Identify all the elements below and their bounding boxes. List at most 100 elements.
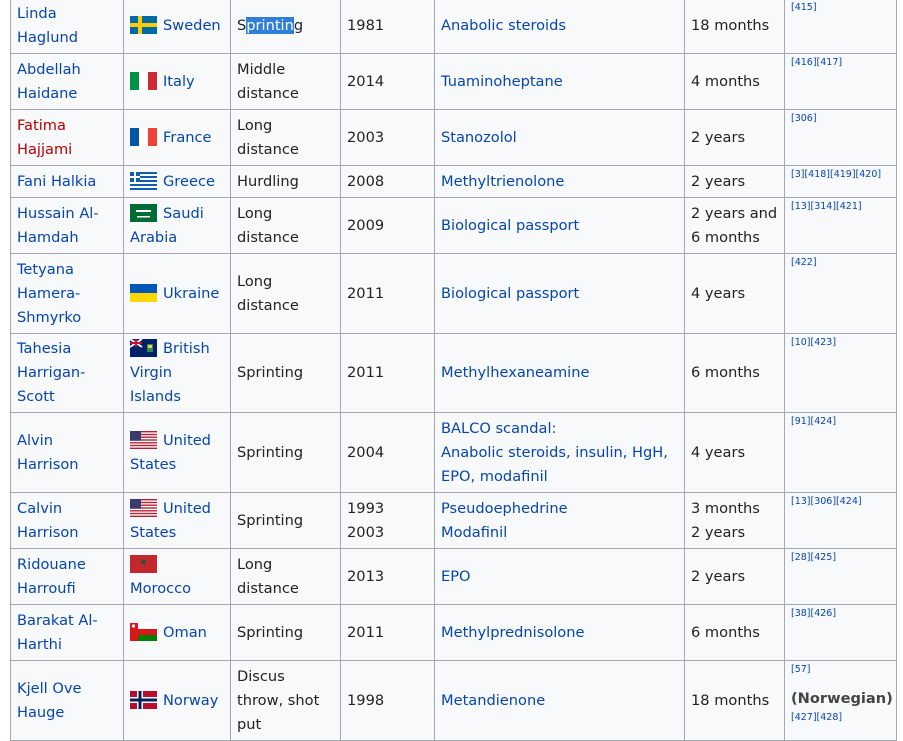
country-link[interactable]: Morocco <box>130 580 191 597</box>
event-text: Sprinting <box>237 364 304 381</box>
substance-link[interactable]: Metandienone <box>441 689 678 713</box>
ban-text: 6 months <box>691 364 760 381</box>
ban-cell: 2 years <box>684 165 785 198</box>
year-cell: 2013 <box>340 548 435 605</box>
substance-link[interactable]: Biological passport <box>441 282 678 306</box>
reference-link[interactable]: [427][428] <box>791 711 890 725</box>
reference-link[interactable]: [38][426] <box>791 607 890 621</box>
substance-cell: Biological passport <box>434 197 685 254</box>
ban-text: 18 months <box>691 17 770 34</box>
event-cell: Long distance <box>230 197 341 254</box>
substance-link[interactable]: Anabolic steroids <box>441 14 678 38</box>
year-text: 1998 <box>347 691 385 709</box>
substance-link[interactable]: EPO <box>441 565 678 589</box>
country-cell: Saudi Arabia <box>123 197 231 254</box>
athlete-link[interactable]: Abdellah Haidane <box>17 61 81 102</box>
ban-text: 4 months <box>691 72 760 90</box>
year-text: 2013 <box>347 567 385 585</box>
year-text: 1993 <box>347 499 385 517</box>
reference-link[interactable]: [306] <box>791 112 890 126</box>
ban-cell: 6 months <box>684 604 785 661</box>
country-link[interactable]: Sweden <box>163 17 221 34</box>
country-link[interactable]: Greece <box>163 173 215 190</box>
country-link[interactable]: Ukraine <box>163 285 219 302</box>
country-link[interactable]: France <box>163 129 212 146</box>
reference-link[interactable]: [91][424] <box>791 415 890 429</box>
athlete-link[interactable]: Kjell Ove Hauge <box>17 680 81 721</box>
table-row: Tahesia Harrigan-Scott British Virgin Isl… <box>10 333 897 413</box>
reference-link[interactable]: [422] <box>791 256 890 270</box>
reference-link[interactable]: [28][425] <box>791 551 890 565</box>
substance-cell: Methyltrienolone <box>434 165 685 198</box>
reference-link[interactable]: [3][418][419][420] <box>791 168 890 182</box>
table-row: Fani Halkia Greece Hurdling 2008 Methyltrien… <box>10 165 897 198</box>
reference-link[interactable]: [10][423] <box>791 336 890 350</box>
reference-link[interactable]: [57] <box>791 663 890 677</box>
table-row: Alvin Harrison United States Sprinting 2004… <box>10 412 897 493</box>
athlete-link[interactable]: Linda Haglund <box>17 5 78 46</box>
table-row: Linda Haglund Sweden Sprinting 1981 Anabolic… <box>10 0 897 54</box>
ban-cell: 2 years <box>684 109 785 166</box>
athlete-link[interactable]: Tetyana Hamera-Shmyrko <box>17 261 81 326</box>
table-row: Kjell Ove Hauge Norway Discus throw, shot … <box>10 660 897 741</box>
event-cell: Long distance <box>230 548 341 605</box>
ban-text: 4 years <box>691 284 746 302</box>
reference-link[interactable]: [13][306][424] <box>791 495 890 509</box>
refs-cell: [13][306][424] <box>784 492 897 549</box>
substance-link[interactable]: Methylhexaneamine <box>441 361 678 385</box>
substance-link[interactable]: Methyltrienolone <box>441 170 678 194</box>
athlete-link[interactable]: Fatima Hajjami <box>17 117 72 158</box>
flag-france-icon <box>130 127 157 146</box>
substance-link[interactable]: Stanozolol <box>441 126 678 150</box>
athlete-cell: Barakat Al-Harthi <box>10 604 124 661</box>
year-cell: 2004 <box>340 412 435 493</box>
athlete-link[interactable]: Ridouane Harroufi <box>17 556 86 597</box>
ban-text: 2 years <box>691 172 746 190</box>
event-text: Middle distance <box>237 60 299 102</box>
table-row: Fatima Hajjami France Long distance 2003 Sta… <box>10 109 897 166</box>
substance-link[interactable]: BALCO scandal: <box>441 417 678 441</box>
athlete-link[interactable]: Alvin Harrison <box>17 432 79 473</box>
substance-link[interactable]: Tuaminoheptane <box>441 70 678 94</box>
event-cell: Sprinting <box>230 492 341 549</box>
refs-cell: [57] (Norwegian) [427][428] <box>784 660 897 741</box>
reference-link[interactable]: [415] <box>791 1 890 15</box>
substance-cell: Stanozolol <box>434 109 685 166</box>
athlete-link[interactable]: Tahesia Harrigan-Scott <box>17 340 85 405</box>
country-link[interactable]: Italy <box>163 73 195 90</box>
refs-cell: [38][426] <box>784 604 897 661</box>
athlete-cell: Tahesia Harrigan-Scott <box>10 333 124 413</box>
year-cell: 2011 <box>340 253 435 334</box>
country-cell: United States <box>123 492 231 549</box>
reference-link[interactable]: [13][314][421] <box>791 200 890 214</box>
flag-united-states-icon <box>130 498 157 517</box>
event-cell: Long distance <box>230 109 341 166</box>
country-link[interactable]: Oman <box>163 624 207 641</box>
substance-link[interactable]: Modafinil <box>441 521 678 545</box>
year-text: 2004 <box>347 443 385 461</box>
athlete-link[interactable]: Calvin Harrison <box>17 500 79 541</box>
substance-link[interactable]: Pseudoephedrine <box>441 497 678 521</box>
substance-link[interactable]: Anabolic steroids, insulin, HgH, EPO, mo… <box>441 441 678 489</box>
country-cell: Greece <box>123 165 231 198</box>
athlete-link[interactable]: Hussain Al-Hamdah <box>17 205 99 246</box>
ban-cell: 4 years <box>684 253 785 334</box>
country-link[interactable]: Norway <box>163 692 218 709</box>
event-text: Sprinting <box>237 443 304 461</box>
athlete-link[interactable]: Fani Halkia <box>17 173 96 190</box>
athlete-cell: Hussain Al-Hamdah <box>10 197 124 254</box>
event-cell: Middle distance <box>230 53 341 110</box>
event-cell: Sprinting <box>230 412 341 493</box>
substance-link[interactable]: Methylprednisolone <box>441 621 678 645</box>
country-cell: British Virgin Islands <box>123 333 231 413</box>
substance-link[interactable]: Biological passport <box>441 214 678 238</box>
reference-link[interactable]: [416][417] <box>791 56 890 70</box>
year-cell: 1981 <box>340 0 435 54</box>
ban-text: 2 years <box>691 523 746 541</box>
event-cell: Discus throw, shot put <box>230 660 341 741</box>
refs-cell: [13][314][421] <box>784 197 897 254</box>
substance-cell: Methylprednisolone <box>434 604 685 661</box>
refs-cell: [91][424] <box>784 412 897 493</box>
athlete-link[interactable]: Barakat Al-Harthi <box>17 612 98 653</box>
year-cell: 2011 <box>340 333 435 413</box>
